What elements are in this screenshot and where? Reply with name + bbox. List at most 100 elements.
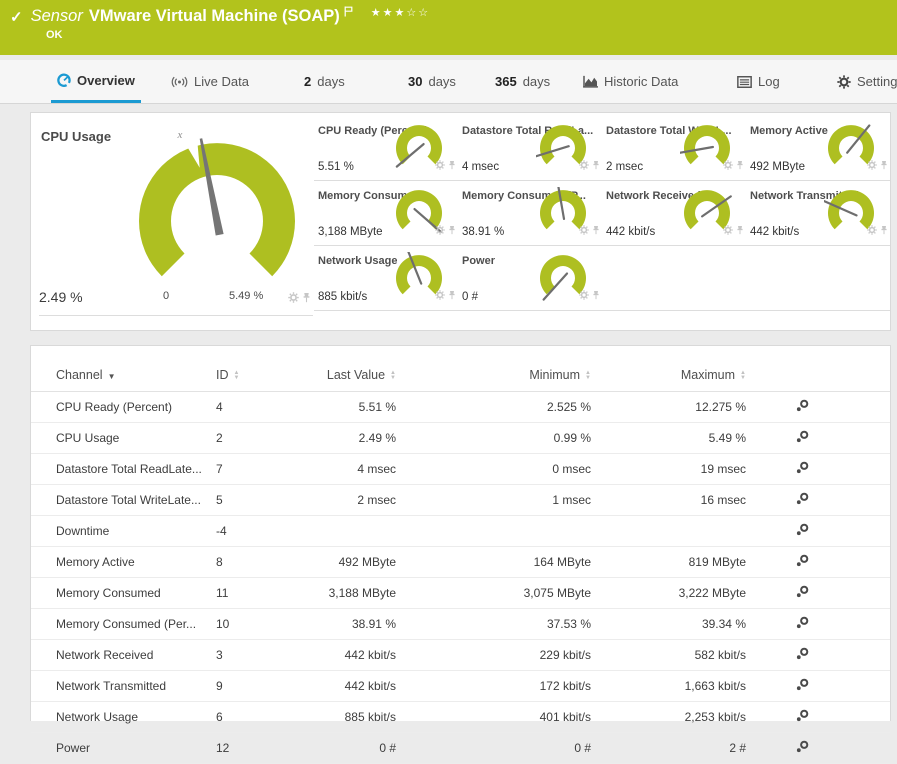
gear-icon[interactable]	[435, 157, 445, 175]
channel-minimum: 0 msec	[421, 453, 616, 485]
channel-settings-icon[interactable]	[796, 492, 809, 505]
channel-minimum: 1 msec	[421, 484, 616, 516]
channel-settings-icon[interactable]	[796, 523, 809, 536]
tab-2-days[interactable]: 2 days	[298, 60, 351, 103]
column-actions	[771, 362, 890, 392]
channel-settings-icon[interactable]	[796, 585, 809, 598]
gear-icon[interactable]	[723, 157, 733, 175]
pin-icon[interactable]	[592, 222, 600, 240]
pin-icon[interactable]	[448, 222, 456, 240]
gear-icon[interactable]	[579, 287, 589, 305]
tab-settings[interactable]: Settings	[831, 60, 897, 103]
mini-gauge-network-transmitted: Network Transmitted 442 kbit/s	[746, 184, 890, 246]
pin-icon[interactable]	[736, 157, 744, 175]
channel-id: 4	[216, 391, 301, 423]
column-channel[interactable]: Channel ▼	[31, 362, 216, 392]
channel-settings-icon[interactable]	[796, 616, 809, 629]
ok-check-icon: ✓	[10, 8, 23, 26]
channel-name[interactable]: Datastore Total ReadLate...	[31, 453, 216, 485]
channel-settings-icon[interactable]	[796, 399, 809, 412]
gear-icon[interactable]	[579, 222, 589, 240]
mini-gauge-memory-active: Memory Active 492 MByte	[746, 119, 890, 181]
channel-table: Channel ▼ ID ▲ ▼ Last Value ▲ ▼ Minimum ▲ ▼ Maximum…	[31, 362, 890, 764]
gauge-actions	[723, 222, 744, 240]
star-rating[interactable]: ★★★☆☆	[371, 6, 430, 19]
column-id[interactable]: ID ▲ ▼	[216, 362, 301, 392]
primary-gauge: CPU Usage x 2.49 % 0 5.49 %	[39, 119, 313, 316]
channel-name[interactable]: Power	[31, 732, 216, 764]
pin-icon[interactable]	[736, 222, 744, 240]
tab-number: 365	[495, 74, 517, 89]
tab-historic-data[interactable]: Historic Data	[577, 60, 684, 103]
tab-overview[interactable]: Overview	[51, 60, 141, 103]
channel-settings-icon[interactable]	[796, 461, 809, 474]
channel-name[interactable]: Datastore Total WriteLate...	[31, 484, 216, 516]
column-last-value[interactable]: Last Value ▲ ▼	[301, 362, 421, 392]
gauge-value: 4 msec	[462, 161, 500, 173]
channel-name[interactable]: Network Transmitted	[31, 670, 216, 702]
tab-30-days[interactable]: 30 days	[402, 60, 462, 103]
pin-icon[interactable]	[302, 290, 311, 308]
channel-actions	[771, 484, 890, 516]
channel-name[interactable]: Memory Consumed (Per...	[31, 608, 216, 640]
pin-icon[interactable]	[880, 222, 888, 240]
channel-last-value: 2 msec	[301, 484, 421, 516]
channel-minimum: 0.99 %	[421, 422, 616, 454]
channel-settings-icon[interactable]	[796, 554, 809, 567]
channel-id: 2	[216, 422, 301, 454]
column-minimum[interactable]: Minimum ▲ ▼	[421, 362, 616, 392]
channel-last-value: 4 msec	[301, 453, 421, 485]
tab-365-days[interactable]: 365 days	[489, 60, 556, 103]
channel-name[interactable]: Network Usage	[31, 701, 216, 733]
channel-actions	[771, 546, 890, 578]
pin-icon[interactable]	[592, 157, 600, 175]
channel-maximum: 3,222 MByte	[616, 577, 771, 609]
gauge-value: 492 MByte	[750, 161, 805, 173]
column-label: ID	[216, 368, 229, 382]
channel-actions	[771, 701, 890, 733]
gear-icon[interactable]	[435, 287, 445, 305]
mini-gauge-memory-consumed-p-: Memory Consumed (P... 38.91 %	[458, 183, 602, 246]
channel-actions	[771, 391, 890, 423]
channel-settings-icon[interactable]	[796, 740, 809, 753]
channel-name[interactable]: Downtime	[31, 515, 216, 547]
channel-name[interactable]: Memory Active	[31, 546, 216, 578]
gear-icon[interactable]	[435, 222, 445, 240]
channel-name[interactable]: Network Received	[31, 639, 216, 671]
pin-icon[interactable]	[448, 287, 456, 305]
flag-icon[interactable]	[344, 6, 353, 17]
tab-label: days	[317, 74, 345, 89]
gear-icon[interactable]	[288, 290, 299, 308]
column-maximum[interactable]: Maximum ▲ ▼	[616, 362, 771, 392]
channel-id: 3	[216, 639, 301, 671]
channel-settings-icon[interactable]	[796, 430, 809, 443]
channel-minimum: 172 kbit/s	[421, 670, 616, 702]
pin-icon[interactable]	[592, 287, 600, 305]
channel-name[interactable]: CPU Ready (Percent)	[31, 391, 216, 423]
channel-id: 10	[216, 608, 301, 640]
channel-settings-icon[interactable]	[796, 647, 809, 660]
channel-name[interactable]: Memory Consumed	[31, 577, 216, 609]
channel-last-value: 0 #	[301, 732, 421, 764]
gear-icon[interactable]	[867, 157, 877, 175]
channel-settings-icon[interactable]	[796, 709, 809, 722]
channel-id: -4	[216, 515, 301, 547]
pin-icon[interactable]	[880, 157, 888, 175]
tab-live-data[interactable]: Live Data	[165, 60, 255, 103]
tab-label: Historic Data	[604, 74, 679, 89]
channel-settings-icon[interactable]	[796, 678, 809, 691]
gear-icon[interactable]	[867, 222, 877, 240]
gauge-value: 3,188 MByte	[318, 226, 383, 238]
channel-actions	[771, 453, 890, 485]
channel-name[interactable]: CPU Usage	[31, 422, 216, 454]
mini-gauge-network-received: Network Received 442 kbit/s	[602, 184, 746, 246]
gear-icon[interactable]	[579, 157, 589, 175]
gauge-icon	[57, 73, 71, 87]
gauge-actions	[435, 222, 456, 240]
gear-icon[interactable]	[723, 222, 733, 240]
channel-last-value: 492 MByte	[301, 546, 421, 578]
channel-minimum: 164 MByte	[421, 546, 616, 578]
pin-icon[interactable]	[448, 157, 456, 175]
column-label: Last Value	[326, 368, 386, 382]
tab-log[interactable]: Log	[731, 60, 786, 103]
